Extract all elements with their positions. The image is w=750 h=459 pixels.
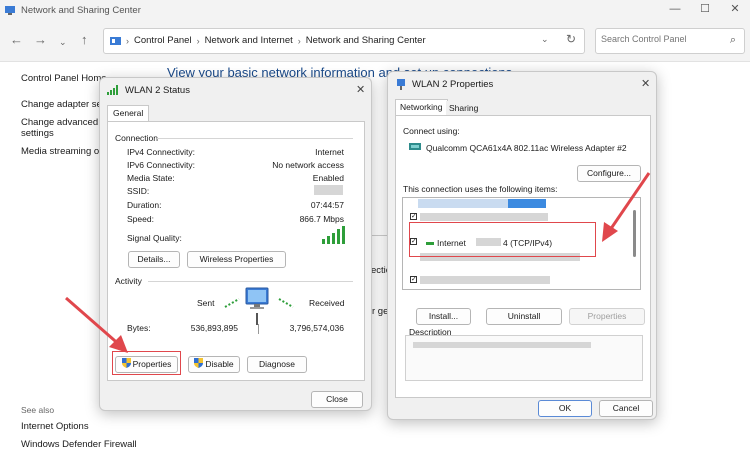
forward-arrow-icon[interactable]: →: [34, 33, 47, 47]
change-adapter-link[interactable]: Change adapter sett: [21, 99, 107, 110]
signal-bars-icon: [322, 226, 345, 244]
duration-label: Duration:: [127, 200, 162, 210]
item-properties-button[interactable]: Properties: [569, 308, 645, 325]
network-computers-icon: [245, 287, 269, 325]
close-dialog-button[interactable]: Close: [311, 391, 363, 408]
breadcrumb-control-panel[interactable]: Control Panel: [134, 35, 192, 46]
sent-activity-icon: [224, 298, 240, 308]
uac-shield-icon: [194, 358, 204, 368]
connection-label: Connection: [115, 133, 159, 143]
activity-divider: [148, 281, 353, 282]
properties-dialog-title: WLAN 2 Properties: [412, 79, 494, 90]
breadcrumb-separator-icon: ›: [196, 35, 200, 46]
received-label: Received: [309, 298, 345, 308]
bytes-received-value: 3,796,574,036: [289, 323, 344, 333]
install-button[interactable]: Install...: [416, 308, 471, 325]
internet-options-link[interactable]: Internet Options: [21, 421, 89, 432]
wireless-properties-button[interactable]: Wireless Properties: [187, 251, 286, 268]
change-advanced-link-cont[interactable]: settings: [21, 128, 54, 139]
ipv6-value: No network access: [272, 160, 344, 170]
speed-value: 866.7 Mbps: [299, 214, 344, 224]
breadcrumb-network-sharing[interactable]: Network and Sharing Center: [306, 35, 426, 46]
disable-button-label: Disable: [205, 359, 234, 369]
status-dialog-close-icon[interactable]: ✕: [356, 83, 365, 96]
close-button[interactable]: ✕: [720, 0, 750, 20]
title-bar: Network and Sharing Center — ☐ ✕: [0, 0, 750, 22]
ipv4-highlight-box: [409, 222, 596, 257]
disable-button[interactable]: Disable: [188, 356, 240, 373]
control-panel-icon: [110, 36, 121, 45]
network-adapter-icon: [397, 79, 405, 90]
cancel-button[interactable]: Cancel: [599, 400, 653, 417]
address-bar[interactable]: › Control Panel › Network and Internet ›…: [103, 28, 585, 54]
search-input[interactable]: [601, 34, 721, 44]
received-activity-icon: [278, 298, 294, 308]
search-box[interactable]: ⌕: [595, 28, 745, 54]
item-checkbox[interactable]: ✓: [410, 276, 417, 283]
annotation-arrow-icon: [65, 296, 128, 353]
breadcrumb-separator-icon: ›: [297, 35, 301, 46]
up-arrow-icon[interactable]: ↑: [81, 33, 88, 47]
ssid-label: SSID:: [127, 186, 150, 196]
media-state-label: Media State:: [127, 173, 175, 183]
ipv4-value: Internet: [315, 147, 344, 157]
ipv4-label: IPv4 Connectivity:: [127, 147, 196, 157]
duration-value: 07:44:57: [310, 200, 344, 210]
ok-button[interactable]: OK: [538, 400, 592, 417]
speed-label: Speed:: [127, 214, 154, 224]
uninstall-button[interactable]: Uninstall: [486, 308, 562, 325]
breadcrumb-separator-icon: ›: [126, 35, 129, 46]
tab-general[interactable]: General: [107, 105, 150, 122]
item-checkbox[interactable]: ✓: [410, 213, 417, 220]
selected-item-redacted: [418, 199, 508, 208]
item-redacted: [420, 213, 548, 221]
items-label: This connection uses the following items…: [403, 184, 558, 194]
description-redacted: [413, 342, 591, 348]
media-streaming-link[interactable]: Media streaming op: [21, 146, 104, 157]
window-title: Network and Sharing Center: [21, 5, 141, 16]
maximize-button[interactable]: ☐: [690, 0, 720, 20]
recent-chevron-icon[interactable]: ⌄: [59, 35, 67, 49]
item-redacted: [420, 276, 550, 284]
minimize-button[interactable]: —: [660, 0, 690, 20]
annotation-arrow-icon: [602, 172, 651, 242]
network-center-icon: [5, 6, 15, 15]
bytes-divider: [258, 324, 259, 334]
ipv6-label: IPv6 Connectivity:: [127, 160, 196, 170]
signal-quality-label: Signal Quality:: [127, 233, 182, 243]
adapter-name: Qualcomm QCA61x4A 802.11ac Wireless Adap…: [426, 143, 627, 153]
media-state-value: Enabled: [312, 173, 344, 183]
address-row: ← → ⌄ ↑ › Control Panel › Network and In…: [0, 22, 750, 62]
control-panel-home-link[interactable]: Control Panel Home: [21, 73, 107, 84]
address-dropdown-icon[interactable]: ⌄: [541, 34, 549, 45]
see-also-label: See also: [21, 405, 55, 415]
activity-label: Activity: [115, 276, 142, 286]
sent-label: Sent: [197, 298, 215, 308]
connection-divider: [157, 138, 353, 139]
connect-using-label: Connect using:: [403, 126, 460, 136]
tab-networking[interactable]: Networking: [395, 99, 448, 116]
adapter-icon: [409, 143, 421, 150]
breadcrumb-network-internet[interactable]: Network and Internet: [205, 35, 293, 46]
bytes-sent-value: 536,893,895: [190, 323, 238, 333]
ssid-redacted: [314, 185, 343, 195]
change-advanced-link[interactable]: Change advanced s: [21, 117, 106, 128]
wifi-signal-icon: [107, 85, 118, 95]
status-dialog-title: WLAN 2 Status: [125, 85, 190, 96]
properties-dialog-close-icon[interactable]: ✕: [641, 77, 650, 90]
firewall-link[interactable]: Windows Defender Firewall: [21, 439, 137, 450]
search-icon[interactable]: ⌕: [730, 34, 736, 47]
details-button[interactable]: Details...: [128, 251, 180, 268]
refresh-icon[interactable]: ↻: [566, 32, 576, 46]
diagnose-button[interactable]: Diagnose: [247, 356, 307, 373]
back-arrow-icon[interactable]: ←: [10, 33, 23, 47]
